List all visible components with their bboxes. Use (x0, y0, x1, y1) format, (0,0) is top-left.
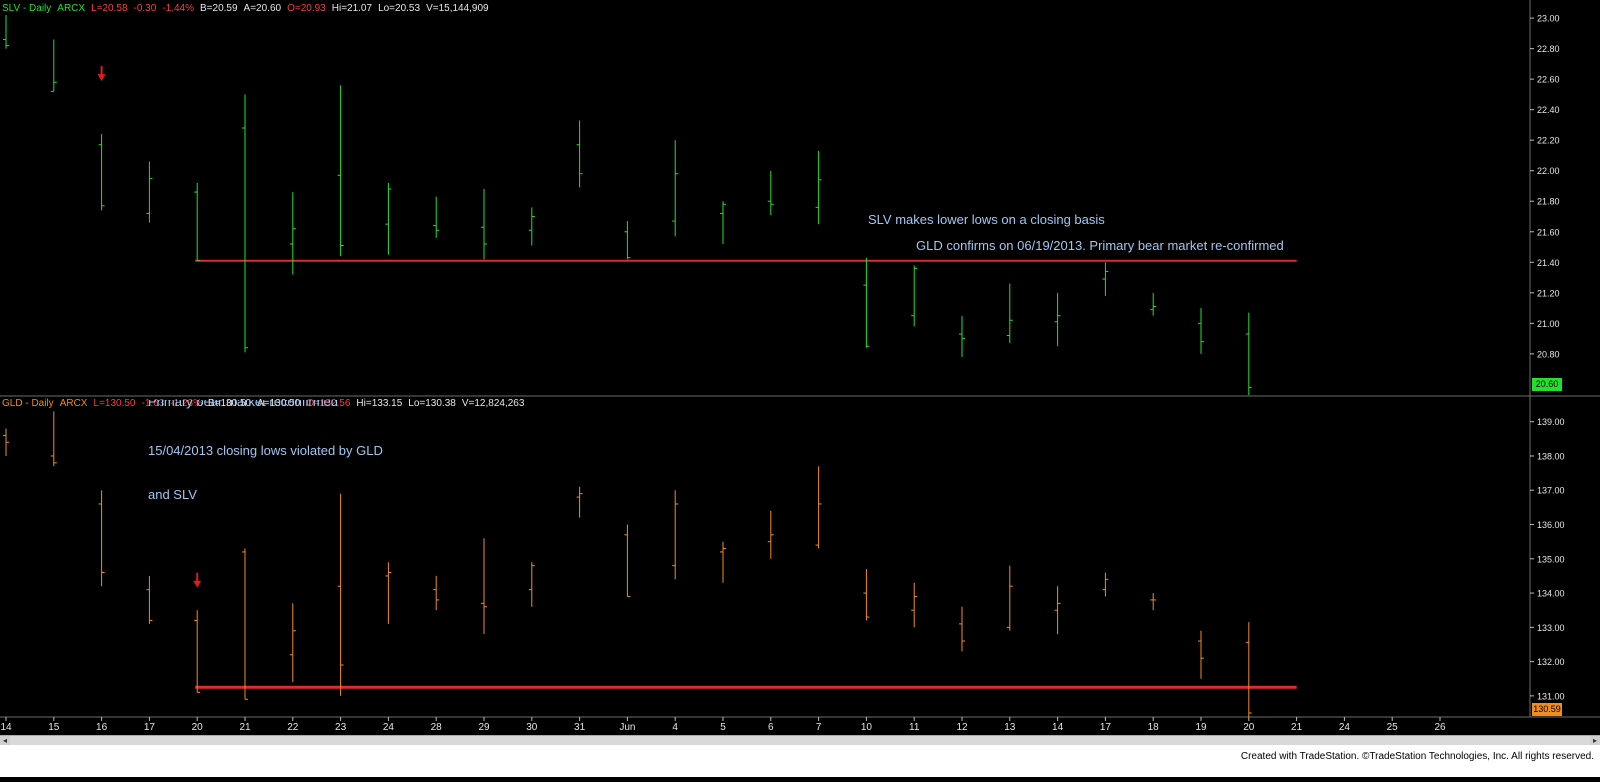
gld-y-tick-label: 133.00 (1537, 623, 1565, 633)
slv-down-arrow-head-icon (97, 74, 106, 82)
x-tick-label: 28 (431, 722, 443, 733)
annotation-and-slv: and SLV (148, 487, 197, 502)
x-tick-label: 10 (861, 722, 873, 733)
slv-pct: -1.44% (162, 3, 194, 14)
x-tick-label: 11 (909, 722, 920, 733)
gld-high: Hi=133.15 (356, 398, 403, 409)
gld-down-arrow-head-icon (193, 580, 202, 588)
slv-volume: V=15,144,909 (426, 3, 489, 14)
footer: Created with TradeStation. ©TradeStation… (0, 745, 1600, 777)
gld-y-tick-label: 137.00 (1537, 486, 1565, 496)
annotation-primary-bear-text: Primary bear market reconfirmed (148, 400, 338, 409)
slv-bid: B=20.59 (200, 3, 238, 14)
x-tick-label: 12 (956, 722, 968, 733)
slv-y-tick-label: 21.40 (1537, 258, 1560, 268)
x-tick-label: 4 (672, 722, 678, 733)
x-tick-label: 17 (144, 722, 156, 733)
slv-change: -0.30 (133, 3, 157, 14)
slv-open: O=20.93 (287, 3, 326, 14)
x-tick-label: 7 (816, 722, 822, 733)
slv-last-price-tag: 20.60 (1532, 378, 1562, 391)
x-tick-label: 20 (192, 722, 204, 733)
x-tick-label: 21 (1291, 722, 1303, 733)
gld-exchange: ARCX (59, 398, 88, 409)
slv-header: SLV - Daily ARCX L=20.58 -0.30 -1.44% B=20.59… (2, 3, 495, 15)
x-tick-label: 20 (1243, 722, 1255, 733)
slv-exchange: ARCX (57, 3, 86, 14)
x-tick-label: 21 (239, 722, 251, 733)
x-tick-label: 19 (1195, 722, 1207, 733)
gld-y-tick-label: 131.00 (1537, 691, 1565, 701)
gld-y-tick-label: 132.00 (1537, 657, 1565, 667)
annotation-closing-lows: 15/04/2013 closing lows violated by GLD (148, 443, 383, 458)
slv-y-tick-label: 22.00 (1537, 166, 1560, 176)
gld-volume: V=12,824,263 (461, 398, 525, 409)
slv-last: L=20.58 (91, 3, 128, 14)
slv-symbol: SLV - Daily (2, 3, 52, 14)
slv-ask: A=20.60 (243, 3, 282, 14)
slv-y-tick-label: 22.40 (1537, 105, 1560, 115)
x-tick-label: 17 (1100, 722, 1112, 733)
slv-y-tick-label: 23.00 (1537, 14, 1560, 24)
x-tick-label: 13 (1004, 722, 1016, 733)
price-chart: 20.80 21.00 21.20 21.40 21.60 21.80 22.00 22.20… (0, 0, 1600, 733)
slv-y-tick-label: 21.20 (1537, 288, 1560, 298)
gld-y-tick-label: 135.00 (1537, 554, 1565, 564)
x-tick-label: 31 (574, 722, 586, 733)
slv-y-tick-label: 22.60 (1537, 75, 1560, 85)
x-tick-label: 24 (1339, 722, 1351, 733)
slv-y-tick-label: 22.20 (1537, 136, 1560, 146)
x-tick-label: 14 (1052, 722, 1064, 733)
gld-y-tick-label: 136.00 (1537, 520, 1565, 530)
annotation-primary-bear: Primary bear market reconfirmed (148, 400, 338, 412)
x-tick-label: 15 (48, 722, 60, 733)
x-tick-label: Jun (619, 722, 635, 733)
x-tick-label: 23 (335, 722, 347, 733)
slv-y-tick-label: 22.80 (1537, 44, 1560, 54)
gld-last-price-tag: 130.59 (1532, 703, 1562, 716)
x-tick-label: 29 (478, 722, 490, 733)
slv-y-tick-label: 21.80 (1537, 197, 1560, 207)
x-tick-label: 30 (526, 722, 538, 733)
x-tick-label: 22 (287, 722, 299, 733)
x-tick-label: 5 (720, 722, 726, 733)
slv-y-tick-label: 21.00 (1537, 319, 1560, 329)
x-tick-label: 26 (1434, 722, 1446, 733)
x-tick-label: 24 (383, 722, 395, 733)
gld-y-tick-label: 139.00 (1537, 417, 1565, 427)
footer-credit: Created with TradeStation. ©TradeStation… (1240, 751, 1594, 762)
slv-high: Hi=21.07 (331, 3, 373, 14)
x-tick-label: 25 (1387, 722, 1399, 733)
x-tick-label: 16 (96, 722, 108, 733)
annotation-slv-lower-lows: SLV makes lower lows on a closing basis (868, 212, 1105, 227)
chart-stage: 20.80 21.00 21.20 21.40 21.60 21.80 22.00 22.20… (0, 0, 1600, 777)
gld-y-tick-label: 134.00 (1537, 589, 1565, 599)
x-tick-label: 18 (1148, 722, 1160, 733)
slv-y-tick-label: 21.60 (1537, 227, 1560, 237)
annotation-gld-confirms: GLD confirms on 06/19/2013. Primary bear… (916, 238, 1284, 253)
gld-y-tick-label: 138.00 (1537, 451, 1565, 461)
gld-low: Lo=130.38 (408, 398, 456, 409)
x-tick-label: 14 (0, 722, 12, 733)
gld-symbol: GLD - Daily (2, 398, 54, 409)
x-tick-label: 6 (768, 722, 774, 733)
slv-y-tick-label: 20.80 (1537, 349, 1560, 359)
gld-last: L=130.50 (93, 398, 136, 409)
slv-low: Lo=20.53 (378, 3, 421, 14)
